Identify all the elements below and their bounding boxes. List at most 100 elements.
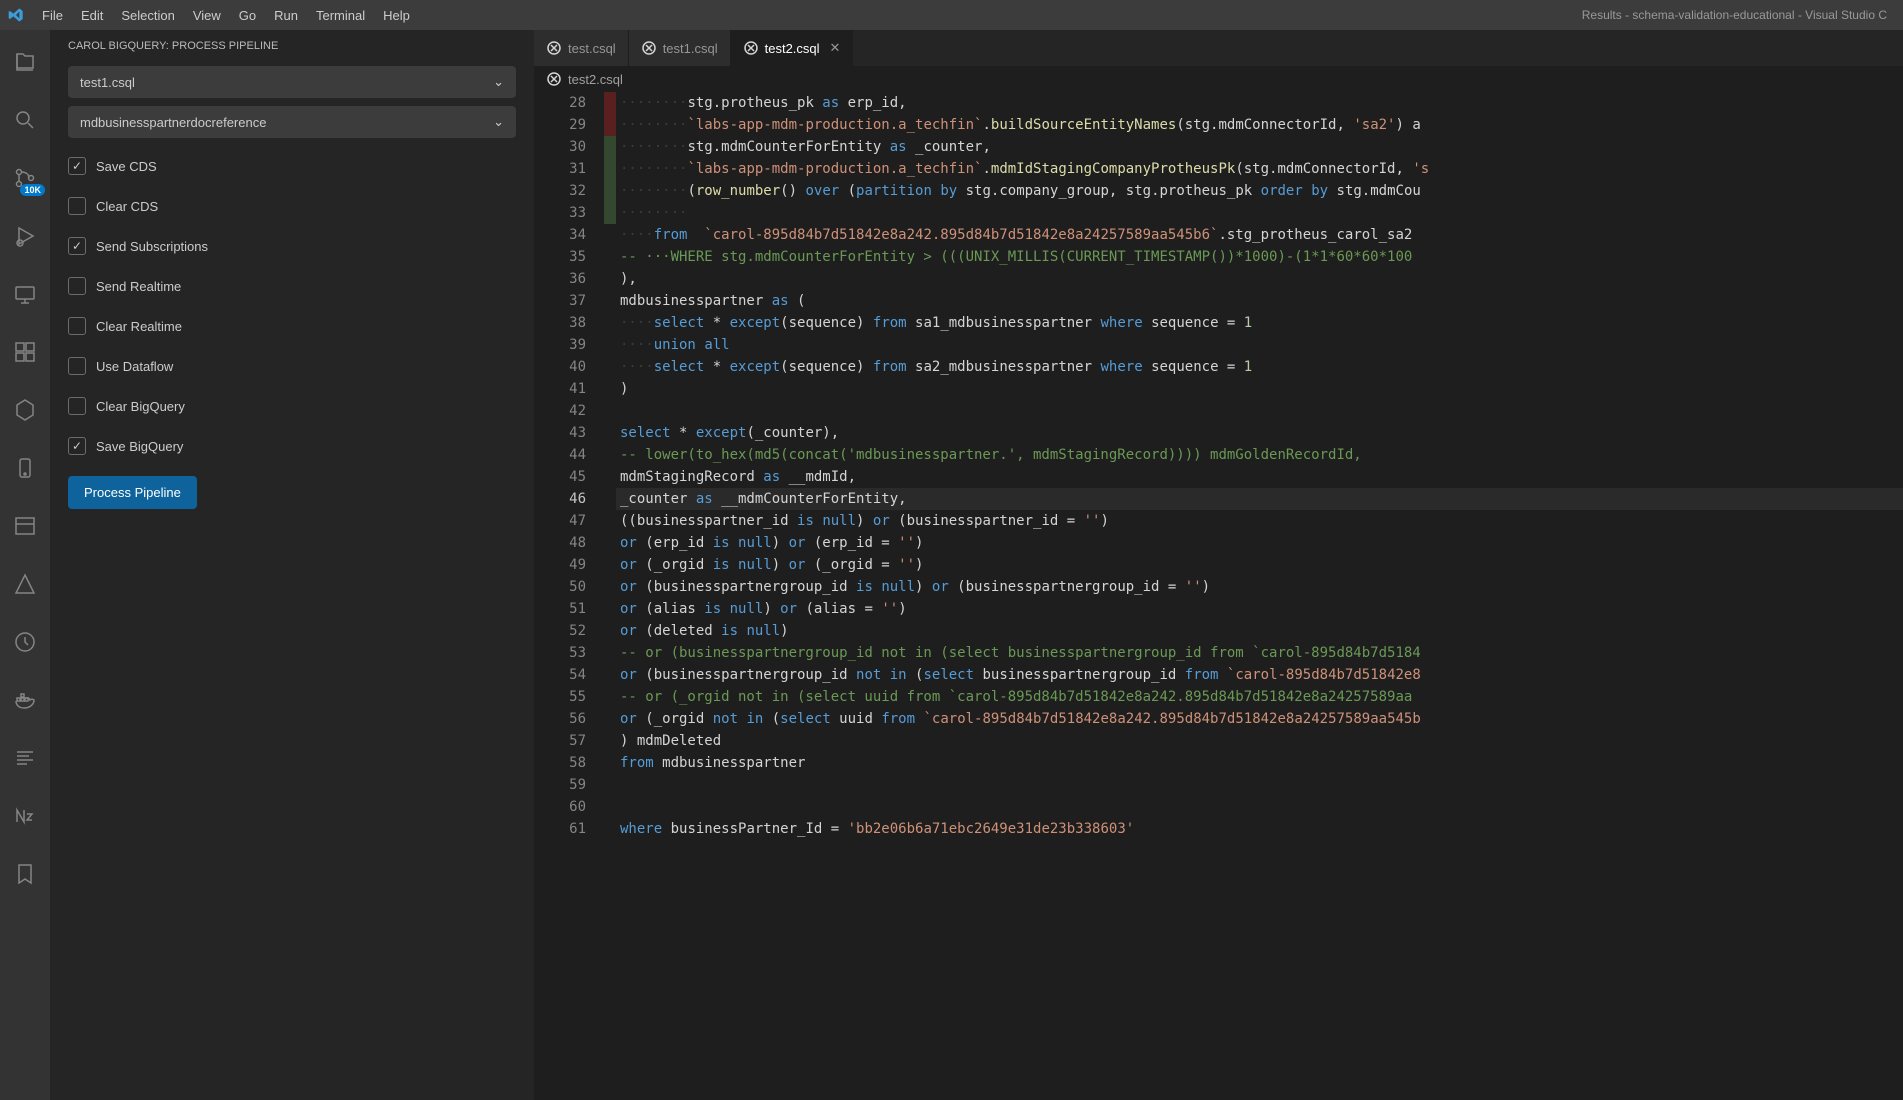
option-label: Send Realtime (96, 279, 181, 294)
code-line[interactable]: or (deleted is null) (616, 620, 1903, 642)
code-line[interactable]: ········stg.mdmCounterForEntity as _coun… (616, 136, 1903, 158)
code-line[interactable]: or (alias is null) or (alias = '') (616, 598, 1903, 620)
code-line[interactable] (616, 400, 1903, 422)
menu-selection[interactable]: Selection (113, 4, 182, 27)
sidebar-title: Carol BigQuery: Process Pipeline (62, 40, 522, 52)
code-line[interactable]: ····select * except(sequence) from sa2_m… (616, 356, 1903, 378)
code-line[interactable]: from mdbusinesspartner (616, 752, 1903, 774)
code-line[interactable]: or (businesspartnergroup_id not in (sele… (616, 664, 1903, 686)
checkbox[interactable] (68, 237, 86, 255)
menu-terminal[interactable]: Terminal (308, 4, 373, 27)
sidebar-panel: Carol BigQuery: Process Pipeline test1.c… (50, 30, 534, 1100)
file-dropdown[interactable]: test1.csql ⌄ (68, 66, 516, 98)
tab-test-csql[interactable]: test.csql (534, 30, 629, 66)
option-label: Clear Realtime (96, 319, 182, 334)
checkbox[interactable] (68, 357, 86, 375)
menu-file[interactable]: File (34, 4, 71, 27)
docker-icon[interactable] (1, 676, 49, 724)
code-line[interactable]: ····from `carol-895d84b7d51842e8a242.895… (616, 224, 1903, 246)
device-icon[interactable] (1, 444, 49, 492)
option-send-realtime[interactable]: Send Realtime (62, 266, 522, 306)
menu-edit[interactable]: Edit (73, 4, 111, 27)
explorer-icon[interactable] (1, 38, 49, 86)
tab-label: test2.csql (765, 41, 820, 56)
checkbox[interactable] (68, 317, 86, 335)
source-control-icon[interactable]: 10K (1, 154, 49, 202)
timeline-icon[interactable] (1, 618, 49, 666)
code-line[interactable]: ····union all (616, 334, 1903, 356)
code-line[interactable]: -- or (_orgid not in (select uuid from `… (616, 686, 1903, 708)
scm-badge: 10K (20, 184, 45, 196)
bookmark-icon[interactable] (1, 850, 49, 898)
n2-icon[interactable] (1, 792, 49, 840)
code-line[interactable]: _counter as __mdmCounterForEntity, (616, 488, 1903, 510)
menu-go[interactable]: Go (231, 4, 264, 27)
chevron-down-icon: ⌄ (493, 114, 504, 130)
option-label: Clear CDS (96, 199, 158, 214)
checkbox[interactable] (68, 157, 86, 175)
code-line[interactable]: ), (616, 268, 1903, 290)
code-line[interactable]: or (businesspartnergroup_id is null) or … (616, 576, 1903, 598)
option-use-dataflow[interactable]: Use Dataflow (62, 346, 522, 386)
chevron-down-icon: ⌄ (493, 74, 504, 90)
file-dropdown-value: test1.csql (80, 75, 135, 90)
option-clear-realtime[interactable]: Clear Realtime (62, 306, 522, 346)
run-debug-icon[interactable] (1, 212, 49, 260)
code-line[interactable]: where businessPartner_Id = 'bb2e06b6a71e… (616, 818, 1903, 840)
code-line[interactable]: ········(row_number() over (partition by… (616, 180, 1903, 202)
checkbox[interactable] (68, 397, 86, 415)
code-line[interactable]: ((businesspartner_id is null) or (busine… (616, 510, 1903, 532)
checkbox[interactable] (68, 437, 86, 455)
entity-dropdown[interactable]: mdbusinesspartnerdocreference ⌄ (68, 106, 516, 138)
code-lines[interactable]: ········stg.protheus_pk as erp_id,······… (616, 92, 1903, 1100)
file-icon (546, 40, 562, 56)
option-clear-bigquery[interactable]: Clear BigQuery (62, 386, 522, 426)
option-save-bigquery[interactable]: Save BigQuery (62, 426, 522, 466)
code-line[interactable]: select * except(_counter), (616, 422, 1903, 444)
code-line[interactable]: ) mdmDeleted (616, 730, 1903, 752)
menu-view[interactable]: View (185, 4, 229, 27)
tab-test2-csql[interactable]: test2.csql ✕ (731, 30, 854, 66)
code-line[interactable]: ) (616, 378, 1903, 400)
code-line[interactable]: ····select * except(sequence) from sa1_m… (616, 312, 1903, 334)
code-editor[interactable]: 2829303132333435363738394041424344454647… (534, 92, 1903, 1100)
titlebar: File Edit Selection View Go Run Terminal… (0, 0, 1903, 30)
code-line[interactable]: ········stg.protheus_pk as erp_id, (616, 92, 1903, 114)
code-line[interactable]: or (_orgid not in (select uuid from `car… (616, 708, 1903, 730)
breadcrumb-label: test2.csql (568, 72, 623, 87)
search-icon[interactable] (1, 96, 49, 144)
code-line[interactable]: or (_orgid is null) or (_orgid = '') (616, 554, 1903, 576)
tab-bar: test.csqltest1.csql test2.csql ✕ (534, 30, 1903, 66)
tab-test1-csql[interactable]: test1.csql (629, 30, 731, 66)
code-line[interactable]: or (erp_id is null) or (erp_id = '') (616, 532, 1903, 554)
menu-help[interactable]: Help (375, 4, 418, 27)
code-line[interactable]: -- lower(to_hex(md5(concat('mdbusinesspa… (616, 444, 1903, 466)
option-clear-cds[interactable]: Clear CDS (62, 186, 522, 226)
code-line[interactable] (616, 774, 1903, 796)
code-line[interactable]: ········`labs-app-mdm-production.a_techf… (616, 158, 1903, 180)
option-save-cds[interactable]: Save CDS (62, 146, 522, 186)
hex-icon[interactable] (1, 386, 49, 434)
checkbox[interactable] (68, 277, 86, 295)
option-send-subscriptions[interactable]: Send Subscriptions (62, 226, 522, 266)
remote-explorer-icon[interactable] (1, 270, 49, 318)
checkbox[interactable] (68, 197, 86, 215)
code-line[interactable]: ········ (616, 202, 1903, 224)
azure-icon[interactable] (1, 560, 49, 608)
extensions-icon[interactable] (1, 328, 49, 376)
menu-run[interactable]: Run (266, 4, 306, 27)
option-label: Save CDS (96, 159, 157, 174)
panel-icon[interactable] (1, 502, 49, 550)
code-line[interactable]: ········`labs-app-mdm-production.a_techf… (616, 114, 1903, 136)
breadcrumb[interactable]: test2.csql (534, 66, 1903, 92)
code-line[interactable] (616, 796, 1903, 818)
code-line[interactable]: mdmStagingRecord as __mdmId, (616, 466, 1903, 488)
lines-icon[interactable] (1, 734, 49, 782)
file-icon (546, 71, 562, 87)
code-line[interactable]: -- or (businesspartnergroup_id not in (s… (616, 642, 1903, 664)
code-line[interactable]: mdbusinesspartner as ( (616, 290, 1903, 312)
close-icon[interactable]: ✕ (830, 40, 841, 56)
editor-area: test.csqltest1.csql test2.csql ✕ test2.csq… (534, 30, 1903, 1100)
code-line[interactable]: -- ···WHERE stg.mdmCounterForEntity > ((… (616, 246, 1903, 268)
process-pipeline-button[interactable]: Process Pipeline (68, 476, 197, 509)
